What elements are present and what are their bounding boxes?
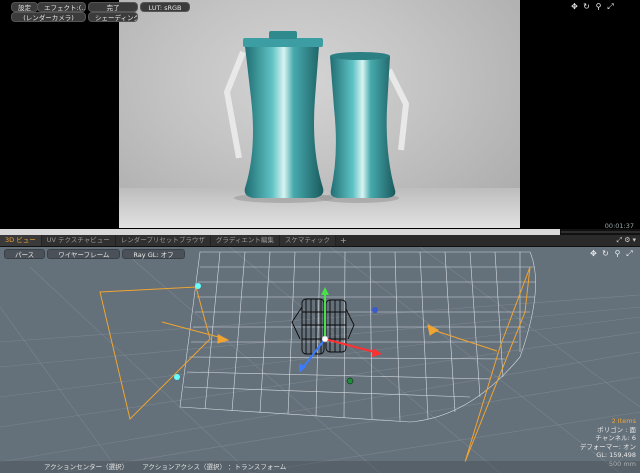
panel-tab-bar: 3D ビュー UV テクスチャビュー レンダープリセットブラウザ グラディエント…: [0, 235, 640, 247]
maximize-icon[interactable]: ⤢: [625, 249, 634, 258]
floor-grid: [0, 247, 640, 473]
render-image: [119, 0, 520, 228]
add-tab-button[interactable]: +: [336, 235, 351, 246]
tab-3d-view[interactable]: 3D ビュー: [0, 235, 42, 246]
light-left: [99, 286, 230, 420]
rotate-icon[interactable]: ↻: [601, 249, 610, 258]
viewport-3d[interactable]: パース ワイヤーフレーム Ray GL: オフ ✥ ↻ ⚲ ⤢ 2 Items …: [0, 247, 640, 473]
render-view: 設定 エフェクト:(... 完了 LUT: sRGB (レンダーカメラ) シェー…: [0, 0, 640, 235]
viewport-toolbar: パース ワイヤーフレーム Ray GL: オフ: [4, 249, 185, 259]
action-center-label[interactable]: アクションセンター（選択）: [44, 461, 128, 473]
lut-dropdown[interactable]: LUT: sRGB: [140, 2, 190, 12]
chevron-down-icon[interactable]: ▾: [632, 236, 636, 245]
hud-items: 2 Items: [611, 417, 636, 425]
rotate-icon[interactable]: ↻: [582, 2, 591, 11]
expand-icon[interactable]: ⤢: [617, 236, 623, 245]
tab-render-preset-browser[interactable]: レンダープリセットブラウザ: [115, 235, 211, 246]
hud-channels: チャンネル: 6: [595, 434, 636, 442]
search-icon[interactable]: ⚲: [594, 2, 603, 11]
light-handle-top[interactable]: [195, 283, 201, 289]
wireframe-dropdown[interactable]: ワイヤーフレーム: [47, 249, 121, 259]
settings-button[interactable]: 設定: [11, 2, 38, 12]
viewport-controls: ✥ ↻ ⚲ ⤢: [589, 249, 634, 258]
hud-polygons: ポリゴン : 面: [597, 425, 636, 434]
hud-gl: GL: 159,498: [596, 451, 636, 459]
render-progress-track: [561, 231, 640, 233]
light-handle-bottom[interactable]: [174, 374, 180, 380]
viewport-scene: [0, 247, 640, 473]
search-icon[interactable]: ⚲: [613, 249, 622, 258]
light-right: [427, 266, 531, 463]
backdrop-wireframe: [179, 251, 536, 423]
move-icon[interactable]: ✥: [589, 249, 598, 258]
pivot-handle[interactable]: [346, 377, 354, 385]
teapots-render: [224, 31, 409, 203]
camera-dropdown[interactable]: (レンダーカメラ): [11, 12, 86, 22]
tab-bar-controls: ⤢ ⚙ ▾: [617, 236, 636, 245]
maximize-icon[interactable]: ⤢: [606, 2, 615, 11]
perspective-dropdown[interactable]: パース: [4, 249, 46, 259]
viewport-status-bar: アクションセンター（選択） アクションアクシス（選択） ：トランスフォーム: [0, 461, 640, 473]
action-axis-label[interactable]: アクションアクシス（選択）: [142, 461, 226, 473]
effects-dropdown[interactable]: エフェクト:(...: [37, 2, 86, 12]
tab-gradient-editor[interactable]: グラディエント編集: [210, 235, 280, 246]
move-icon[interactable]: ✥: [570, 2, 579, 11]
hud-deformers: デフォーマー: オン: [579, 442, 636, 451]
ray-gl-dropdown[interactable]: Ray GL: オフ: [122, 249, 185, 259]
done-dropdown[interactable]: 完了: [88, 2, 138, 12]
target-handle[interactable]: [372, 307, 378, 313]
render-view-controls: ✥ ↻ ⚲ ⤢: [570, 2, 615, 11]
gear-icon[interactable]: ⚙: [624, 236, 630, 245]
tab-uv-texture-view[interactable]: UV テクスチャビュー: [41, 235, 116, 246]
transform-label[interactable]: ：トランスフォーム: [228, 461, 286, 473]
shading-dropdown[interactable]: シェーディング...: [88, 12, 138, 22]
tab-schematic[interactable]: スケマティック: [279, 235, 337, 246]
